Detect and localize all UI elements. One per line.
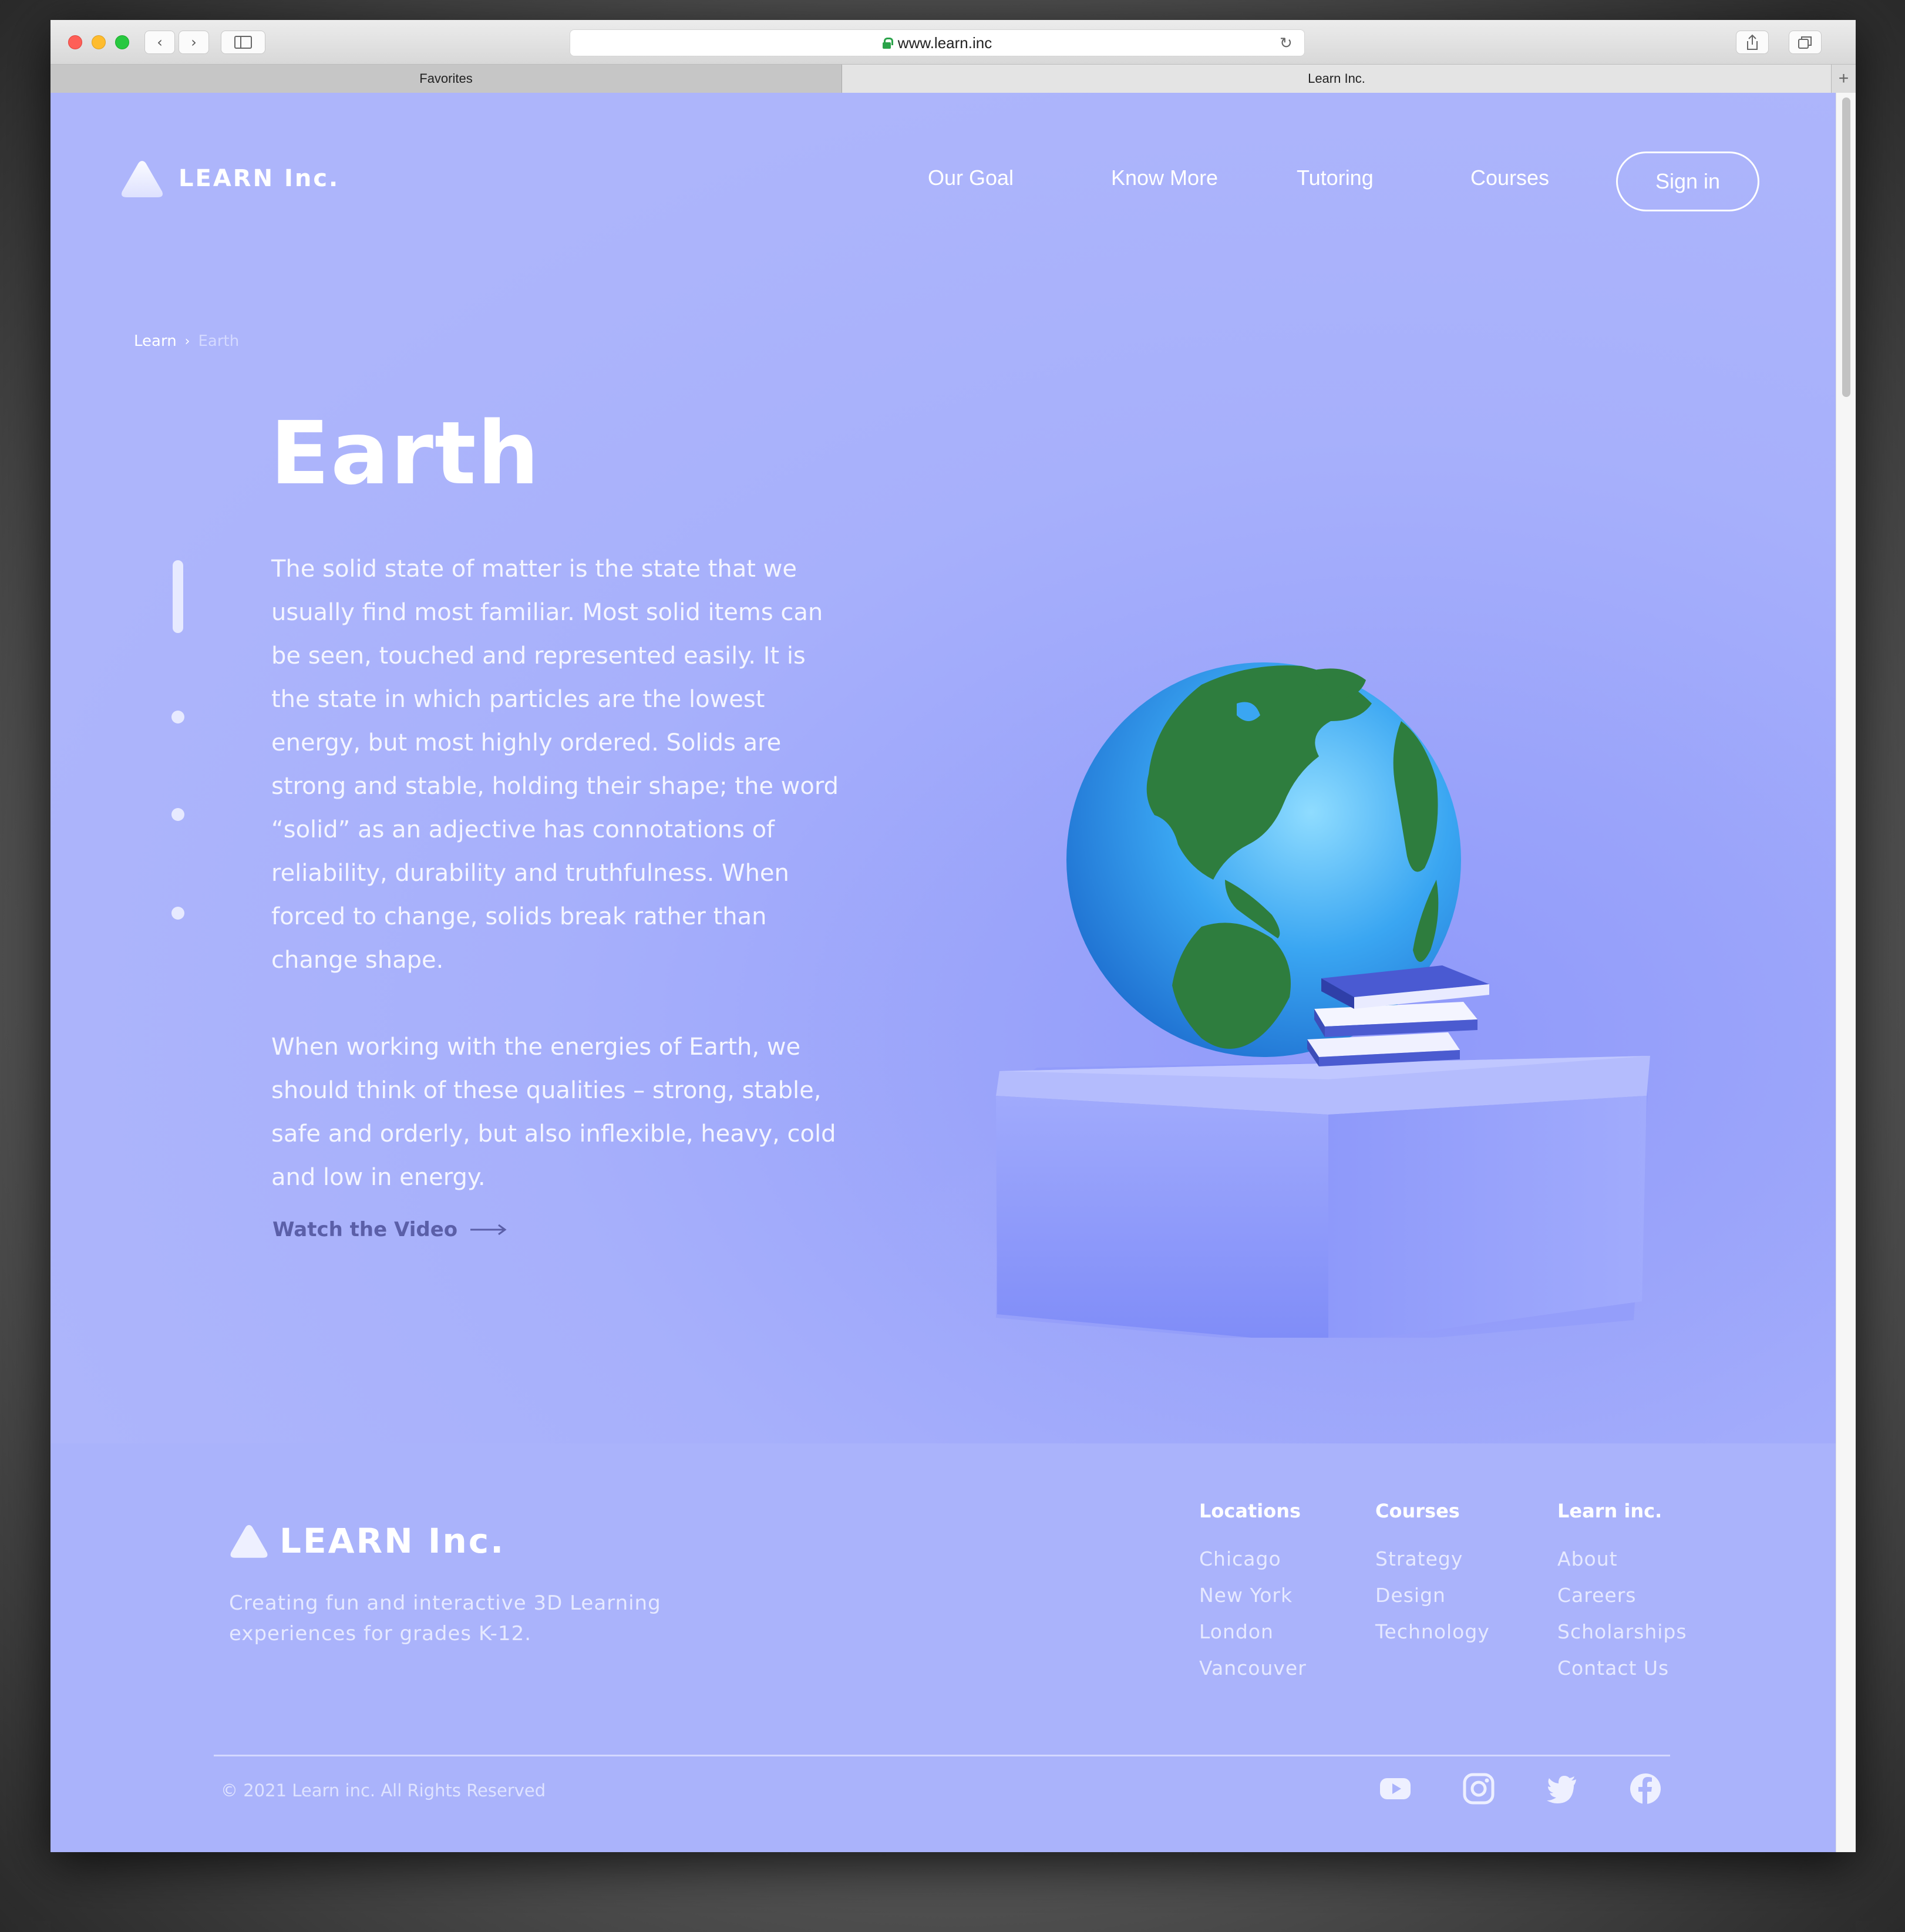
web-page: LEARN Inc. Our Goal Know More Tutoring C…: [51, 93, 1836, 1852]
tab-favorites[interactable]: Favorites: [51, 65, 842, 93]
browser-tabbar: Favorites Learn Inc. +: [51, 65, 1856, 93]
page-scrollbar[interactable]: [1836, 93, 1856, 1852]
footer-link-design[interactable]: Design: [1375, 1577, 1490, 1614]
minimize-window-button[interactable]: [92, 35, 106, 49]
footer-logo[interactable]: LEARN Inc.: [228, 1521, 505, 1561]
share-icon: [1747, 34, 1758, 50]
browser-window: ‹ › www.learn.inc ↻ Favorites Learn Inc.…: [51, 20, 1856, 1852]
share-button[interactable]: [1736, 31, 1769, 54]
facebook-icon[interactable]: [1628, 1771, 1663, 1806]
nav-know-more[interactable]: Know More: [1111, 166, 1218, 190]
address-bar[interactable]: www.learn.inc ↻: [570, 29, 1305, 56]
back-button[interactable]: ‹: [144, 31, 175, 54]
footer-link-careers[interactable]: Careers: [1557, 1577, 1687, 1614]
sign-in-button[interactable]: Sign in: [1616, 152, 1759, 211]
browser-titlebar: ‹ › www.learn.inc ↻: [51, 20, 1856, 65]
nav-courses[interactable]: Courses: [1470, 166, 1549, 190]
slide-indicator-dot[interactable]: [171, 711, 184, 723]
slide-indicator-dot[interactable]: [171, 808, 184, 821]
header-logo[interactable]: LEARN Inc.: [119, 157, 339, 200]
brand-name: LEARN Inc.: [179, 165, 340, 192]
tab-label: Favorites: [419, 71, 473, 86]
footer-link-contact-us[interactable]: Contact Us: [1557, 1650, 1687, 1687]
breadcrumb-current: Earth: [198, 332, 240, 350]
footer-tagline: Creating fun and interactive 3D Learning…: [229, 1591, 661, 1645]
footer-heading: Courses: [1375, 1500, 1460, 1522]
footer-column-courses: Courses Strategy Design Technology: [1375, 1500, 1490, 1650]
url-text: www.learn.inc: [897, 33, 992, 52]
triangle-logo-icon: [228, 1522, 270, 1560]
tab-label: Learn Inc.: [1308, 71, 1365, 86]
footer-link-new-york[interactable]: New York: [1199, 1577, 1307, 1614]
breadcrumb: Learn › Earth: [134, 332, 239, 350]
scrollbar-thumb[interactable]: [1842, 97, 1850, 397]
instagram-icon[interactable]: [1461, 1771, 1496, 1806]
show-tabs-button[interactable]: [1789, 31, 1822, 54]
tab-learn-inc[interactable]: Learn Inc.: [842, 65, 1831, 93]
copyright-text: © 2021 Learn inc. All Rights Reserved: [221, 1780, 546, 1800]
page-title: Earth: [270, 403, 541, 504]
close-window-button[interactable]: [68, 35, 82, 49]
footer-link-strategy[interactable]: Strategy: [1375, 1541, 1490, 1577]
youtube-icon[interactable]: [1378, 1771, 1413, 1806]
new-tab-button[interactable]: +: [1831, 65, 1856, 93]
globe-illustration: [896, 527, 1671, 1347]
footer-column-learn-inc: Learn inc. About Careers Scholarships Co…: [1557, 1500, 1687, 1687]
sidebar-toggle-button[interactable]: [221, 31, 265, 54]
chevron-right-icon: ›: [184, 334, 190, 349]
footer-link-vancouver[interactable]: Vancouver: [1199, 1650, 1307, 1687]
watch-video-label: Watch the Video: [272, 1218, 458, 1241]
slide-indicator-active[interactable]: [173, 560, 183, 633]
hero-paragraph: The solid state of matter is the state t…: [271, 556, 839, 974]
footer-divider: [214, 1755, 1670, 1756]
footer-column-locations: Locations Chicago New York London Vancou…: [1199, 1500, 1307, 1687]
zoom-window-button[interactable]: [115, 35, 129, 49]
footer-link-chicago[interactable]: Chicago: [1199, 1541, 1307, 1577]
footer-brand-name: LEARN Inc.: [280, 1521, 506, 1561]
lock-icon: [882, 38, 893, 49]
tabs-overview-icon: [1798, 36, 1812, 49]
chevron-left-icon: ‹: [157, 34, 163, 51]
footer-heading: Learn inc.: [1557, 1500, 1662, 1522]
sidebar-icon: [234, 36, 252, 49]
reload-icon[interactable]: ↻: [1280, 35, 1295, 51]
footer-link-scholarships[interactable]: Scholarships: [1557, 1614, 1687, 1650]
twitter-icon[interactable]: [1544, 1771, 1580, 1806]
forward-button[interactable]: ›: [179, 31, 209, 54]
footer-link-about[interactable]: About: [1557, 1541, 1687, 1577]
slide-indicator-dot[interactable]: [171, 907, 184, 920]
watch-video-link[interactable]: Watch the Video: [272, 1218, 507, 1241]
triangle-logo-icon: [119, 157, 166, 200]
footer-heading: Locations: [1199, 1500, 1301, 1522]
plus-icon: +: [1838, 69, 1849, 88]
hero-paragraph: When working with the energies of Earth,…: [271, 1034, 836, 1191]
chevron-right-icon: ›: [191, 34, 197, 51]
breadcrumb-learn[interactable]: Learn: [134, 332, 177, 350]
arrow-right-icon: [470, 1224, 507, 1236]
books-stack: [1307, 965, 1489, 1066]
footer-link-london[interactable]: London: [1199, 1614, 1307, 1650]
footer-link-technology[interactable]: Technology: [1375, 1614, 1490, 1650]
nav-our-goal[interactable]: Our Goal: [928, 166, 1014, 190]
nav-tutoring[interactable]: Tutoring: [1297, 166, 1374, 190]
